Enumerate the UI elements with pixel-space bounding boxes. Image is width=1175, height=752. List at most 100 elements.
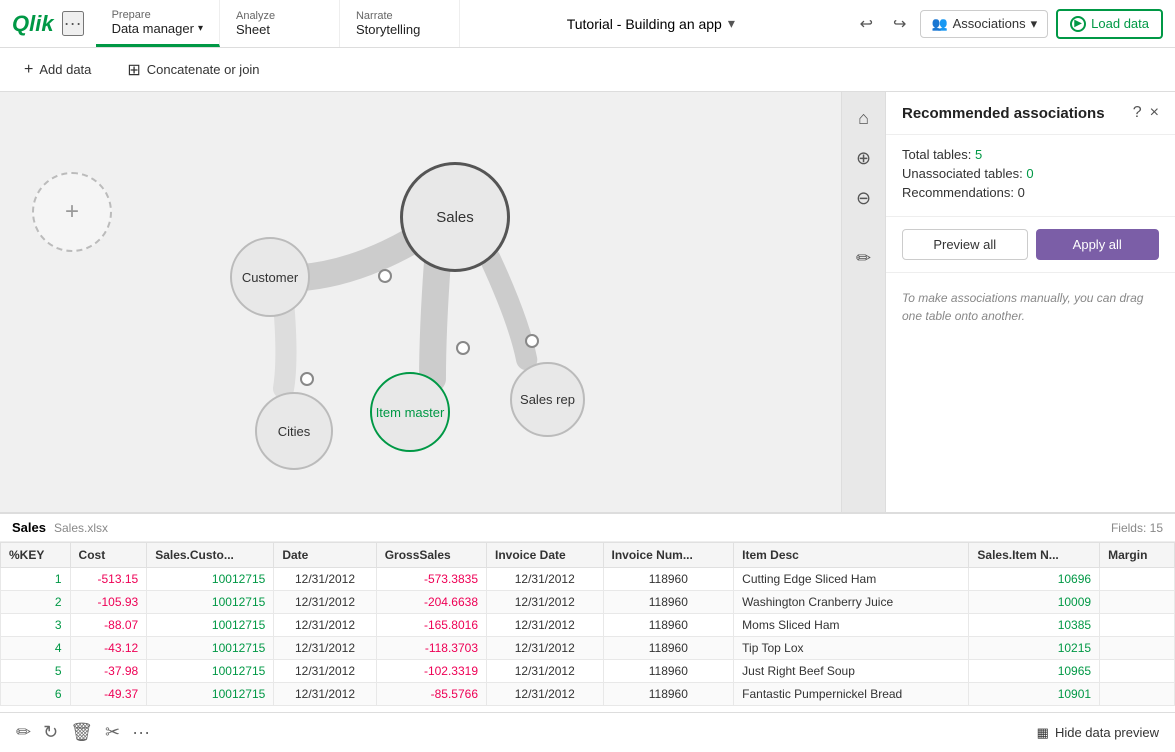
cell-date: 12/31/2012 — [274, 660, 376, 683]
load-data-button[interactable]: ▶ Load data — [1056, 9, 1163, 39]
cell-margin — [1100, 614, 1175, 637]
panel-close-button[interactable]: × — [1150, 104, 1159, 122]
cell-key: 5 — [1, 660, 71, 683]
cell-inv-date: 12/31/2012 — [487, 591, 604, 614]
home-view-button[interactable]: ⌂ — [846, 100, 882, 136]
delete-bottom-button[interactable]: 🗑 — [70, 722, 93, 743]
zoom-in-button[interactable]: ⊕ — [846, 140, 882, 176]
panel-help-button[interactable]: ? — [1133, 104, 1142, 122]
col-gross: GrossSales — [376, 543, 486, 568]
apply-all-button[interactable]: Apply all — [1036, 229, 1160, 260]
cell-key: 6 — [1, 683, 71, 706]
cell-cost: -37.98 — [70, 660, 147, 683]
zoom-out-button[interactable]: ⊖ — [846, 180, 882, 216]
nav-app-title: Tutorial - Building an app ▾ — [460, 0, 842, 47]
cell-inv-num: 118960 — [603, 637, 734, 660]
edit-mode-button[interactable]: ✏ — [846, 240, 882, 276]
nav-logo: Qlik ··· — [0, 0, 96, 47]
preview-table-body: 1 -513.15 10012715 12/31/2012 -573.3835 … — [1, 568, 1175, 706]
node-sales[interactable]: Sales — [400, 162, 510, 272]
nav-section-prepare[interactable]: Prepare Data manager ▾ — [96, 0, 220, 47]
cell-gross: -85.5766 — [376, 683, 486, 706]
cell-key: 2 — [1, 591, 71, 614]
cell-item-num: 10215 — [969, 637, 1100, 660]
preview-all-button[interactable]: Preview all — [902, 229, 1028, 260]
add-data-label: Add data — [39, 62, 91, 77]
cell-margin — [1100, 568, 1175, 591]
cell-inv-date: 12/31/2012 — [487, 637, 604, 660]
scissors-bottom-button[interactable]: ✂ — [105, 722, 120, 743]
cell-inv-num: 118960 — [603, 683, 734, 706]
col-margin: Margin — [1100, 543, 1175, 568]
nav-section-narrate[interactable]: Narrate Storytelling — [340, 0, 460, 47]
node-sales-rep[interactable]: Sales rep — [510, 362, 585, 437]
connector-dot-4 — [300, 372, 314, 386]
cell-inv-num: 118960 — [603, 568, 734, 591]
cell-customer: 10012715 — [147, 614, 274, 637]
nav-right: ↩ ↪ 👥 Associations ▾ ▶ Load data — [842, 0, 1175, 47]
nav-analyze-main: Sheet — [236, 22, 323, 37]
cell-cost: -88.07 — [70, 614, 147, 637]
connector-dot-1 — [378, 269, 392, 283]
cell-date: 12/31/2012 — [274, 568, 376, 591]
qlik-logo: Qlik — [12, 11, 54, 37]
cell-margin — [1100, 683, 1175, 706]
table-row: 3 -88.07 10012715 12/31/2012 -165.8016 1… — [1, 614, 1175, 637]
nav-section-analyze[interactable]: Analyze Sheet — [220, 0, 340, 47]
cell-customer: 10012715 — [147, 637, 274, 660]
preview-table: %KEY Cost Sales.Custo... Date GrossSales… — [0, 542, 1175, 706]
add-table-button[interactable]: + — [32, 172, 112, 252]
redo-button[interactable]: ↪ — [887, 10, 912, 38]
more-bottom-button[interactable]: ··· — [132, 722, 150, 743]
cell-margin — [1100, 660, 1175, 683]
hide-preview-label: Hide data preview — [1055, 725, 1159, 740]
associations-button[interactable]: 👥 Associations ▾ — [920, 10, 1048, 38]
concat-label: Concatenate or join — [147, 62, 260, 77]
nav-narrate-label: Narrate — [356, 10, 443, 22]
cell-date: 12/31/2012 — [274, 683, 376, 706]
edit-bottom-button[interactable]: ✏ — [16, 722, 31, 743]
col-item-num: Sales.Item N... — [969, 543, 1100, 568]
associations-icon: 👥 — [931, 16, 947, 32]
hide-preview-button[interactable]: ▦ Hide data preview — [1037, 725, 1159, 741]
diagram-canvas[interactable]: + Sales Customer Item master Sales rep C… — [0, 92, 841, 512]
add-table-icon: + — [65, 198, 79, 226]
nav-dots-button[interactable]: ··· — [62, 11, 84, 36]
stat-rec-value: 0 — [1018, 185, 1025, 200]
node-customer[interactable]: Customer — [230, 237, 310, 317]
connector-dot-3 — [525, 334, 539, 348]
cell-inv-date: 12/31/2012 — [487, 660, 604, 683]
data-icon: ▦ — [1037, 725, 1049, 741]
col-inv-date: Invoice Date — [487, 543, 604, 568]
cell-gross: -204.6638 — [376, 591, 486, 614]
preview-table-wrap[interactable]: %KEY Cost Sales.Custo... Date GrossSales… — [0, 542, 1175, 712]
nav-prepare-label: Prepare — [112, 9, 203, 21]
refresh-bottom-button[interactable]: ↻ — [43, 722, 58, 743]
stat-total-value: 5 — [975, 147, 982, 162]
toolbar: + Add data ⊞ Concatenate or join — [0, 48, 1175, 92]
cell-gross: -102.3319 — [376, 660, 486, 683]
node-sales-rep-label: Sales rep — [520, 392, 575, 407]
col-customer: Sales.Custo... — [147, 543, 274, 568]
cell-item-desc: Washington Cranberry Juice — [734, 591, 969, 614]
load-data-icon: ▶ — [1070, 16, 1086, 32]
preview-file-name: Sales.xlsx — [54, 521, 108, 535]
undo-button[interactable]: ↩ — [854, 10, 879, 38]
add-data-button[interactable]: + Add data — [16, 57, 99, 83]
node-sales-label: Sales — [436, 209, 474, 226]
nav-prepare-main: Data manager ▾ — [112, 21, 203, 36]
preview-table-name: Sales — [12, 520, 46, 535]
cell-customer: 10012715 — [147, 568, 274, 591]
cell-date: 12/31/2012 — [274, 637, 376, 660]
node-cities[interactable]: Cities — [255, 392, 333, 470]
nav-narrate-main: Storytelling — [356, 22, 443, 37]
cell-gross: -118.3703 — [376, 637, 486, 660]
add-icon: + — [24, 61, 33, 79]
col-item-desc: Item Desc — [734, 543, 969, 568]
cell-item-desc: Just Right Beef Soup — [734, 660, 969, 683]
node-item-master[interactable]: Item master — [370, 372, 450, 452]
top-nav: Qlik ··· Prepare Data manager ▾ Analyze … — [0, 0, 1175, 48]
table-row: 1 -513.15 10012715 12/31/2012 -573.3835 … — [1, 568, 1175, 591]
concatenate-join-button[interactable]: ⊞ Concatenate or join — [119, 56, 267, 84]
table-row: 5 -37.98 10012715 12/31/2012 -102.3319 1… — [1, 660, 1175, 683]
